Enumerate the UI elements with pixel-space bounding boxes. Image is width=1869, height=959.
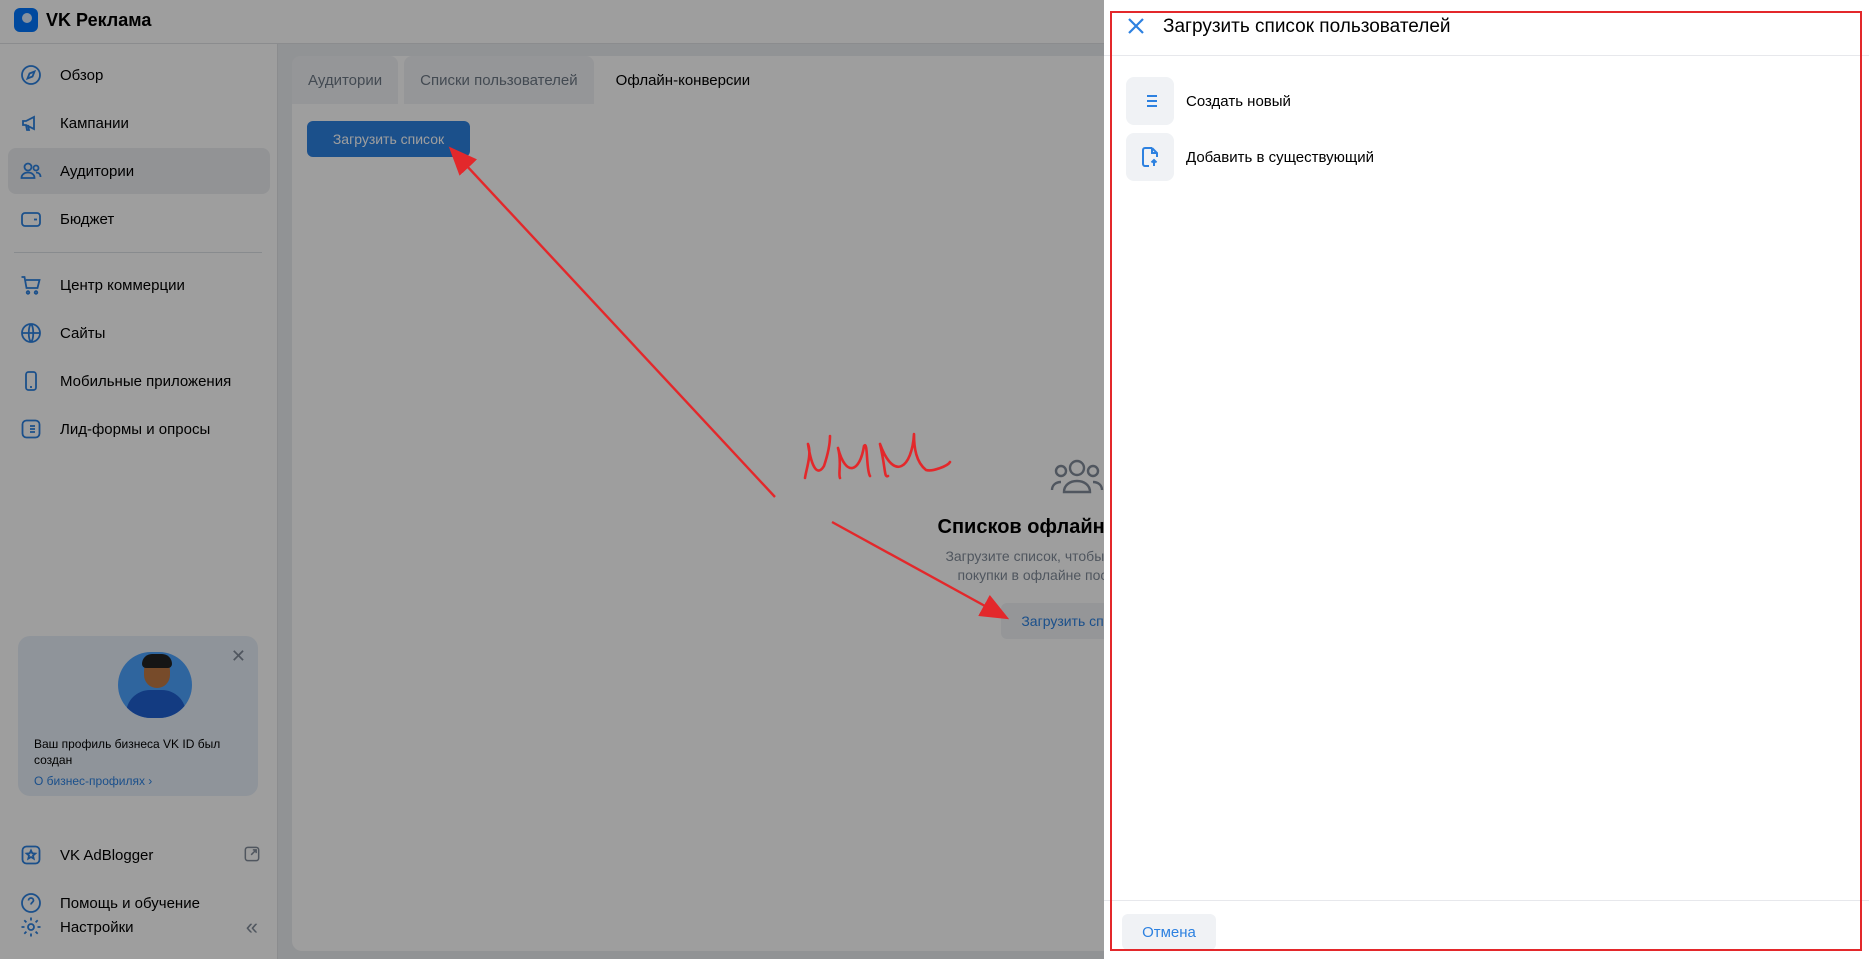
close-icon[interactable] [1124,14,1148,38]
cancel-button[interactable]: Отмена [1122,914,1216,950]
upload-user-list-drawer: Загрузить список пользователей Создать н… [1104,0,1869,959]
option-label: Добавить в существующий [1186,148,1374,166]
app-root: VK Реклама Обзор Кампании Аудитории Бюдж… [0,0,1869,959]
drawer-title: Загрузить список пользователей [1163,16,1451,37]
option-create-new[interactable]: Создать новый [1126,77,1291,125]
option-add-existing[interactable]: Добавить в существующий [1126,133,1374,181]
option-label: Создать новый [1186,92,1291,110]
drawer-header: Загрузить список пользователей [1104,0,1869,56]
list-icon [1126,77,1174,125]
drawer-footer: Отмена [1104,900,1869,959]
file-upload-icon [1126,133,1174,181]
